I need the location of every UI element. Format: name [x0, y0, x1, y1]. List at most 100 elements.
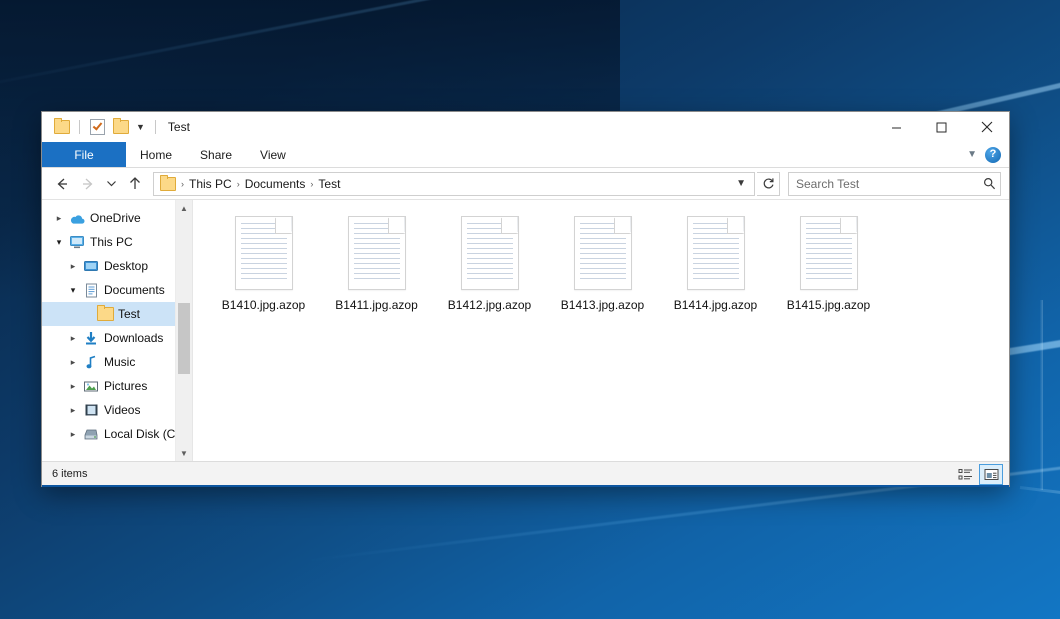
chevron-right-icon[interactable]: ▸: [64, 381, 82, 392]
chevron-right-icon[interactable]: ▸: [64, 357, 82, 368]
search-input[interactable]: Search Test: [796, 177, 983, 191]
scrollbar-thumb[interactable]: [178, 303, 190, 374]
scroll-down-icon[interactable]: ▼: [176, 445, 192, 461]
navigation-pane: ▸ OneDrive ▾ This PC: [42, 200, 192, 461]
view-mode-buttons: [953, 464, 1003, 485]
sidebar-item-label: Downloads: [104, 331, 163, 345]
list-item[interactable]: B1412.jpg.azop: [433, 212, 546, 312]
wallpaper-streak: [0, 0, 1060, 95]
generic-document-icon: [235, 216, 293, 290]
ribbon-tab-bar: File Home Share View ▼ ?: [42, 142, 1009, 168]
file-explorer-window: ▼ Test File Hom: [42, 112, 1009, 486]
sidebar-item-label: Pictures: [104, 379, 147, 393]
pictures-icon: [82, 380, 100, 393]
chevron-right-icon[interactable]: ▸: [64, 333, 82, 344]
breadcrumb-item-test[interactable]: Test: [315, 177, 343, 191]
tab-share[interactable]: Share: [186, 142, 246, 167]
chevron-right-icon[interactable]: ▸: [50, 213, 68, 224]
desktop-icon: [82, 260, 100, 273]
folder-icon: [160, 177, 176, 191]
breadcrumb[interactable]: › This PC › Documents › Test ▼: [153, 172, 755, 196]
logo-beam: [1040, 300, 1043, 490]
close-icon: [981, 121, 993, 133]
sidebar-item-downloads[interactable]: ▸ Downloads: [42, 326, 192, 350]
sidebar-item-this-pc[interactable]: ▾ This PC: [42, 230, 192, 254]
logo-beam: [1020, 486, 1060, 518]
sidebar-item-music[interactable]: ▸ Music: [42, 350, 192, 374]
forward-button: [76, 172, 100, 196]
generic-document-icon: [687, 216, 745, 290]
scroll-up-icon[interactable]: ▲: [176, 200, 192, 216]
back-button[interactable]: [50, 172, 74, 196]
maximize-button[interactable]: [919, 112, 964, 142]
chevron-right-icon[interactable]: ▸: [64, 429, 82, 440]
up-button[interactable]: [123, 172, 147, 196]
sidebar-item-label: Test: [118, 307, 140, 321]
sidebar-item-label: OneDrive: [90, 211, 141, 225]
properties-icon[interactable]: [88, 118, 107, 137]
minimize-button[interactable]: [874, 112, 919, 142]
onedrive-icon: [68, 212, 86, 225]
list-item[interactable]: B1415.jpg.azop: [772, 212, 885, 312]
details-view-button[interactable]: [953, 464, 977, 485]
title-bar: ▼ Test: [42, 112, 1009, 142]
list-item[interactable]: B1411.jpg.azop: [320, 212, 433, 312]
list-item[interactable]: B1413.jpg.azop: [546, 212, 659, 312]
file-name-label: B1412.jpg.azop: [448, 298, 531, 312]
sidebar-item-documents[interactable]: ▾ Documents: [42, 278, 192, 302]
chevron-down-icon[interactable]: ▼: [967, 149, 977, 160]
sidebar-item-test[interactable]: Test: [42, 302, 192, 326]
folder-icon[interactable]: [52, 118, 71, 137]
tab-file[interactable]: File: [42, 142, 126, 167]
address-bar: › This PC › Documents › Test ▼ Search Te…: [42, 168, 1009, 200]
tab-view[interactable]: View: [246, 142, 300, 167]
ribbon-right-controls: ▼ ?: [967, 142, 1009, 167]
breadcrumb-separator: ›: [179, 179, 186, 189]
item-count-label: 6 items: [52, 468, 87, 480]
toolbar-separator: [155, 120, 156, 134]
chevron-down-icon[interactable]: ▼: [730, 178, 752, 189]
chevron-right-icon[interactable]: ▸: [64, 405, 82, 416]
scrollbar-track[interactable]: [176, 216, 192, 445]
file-name-label: B1415.jpg.azop: [787, 298, 870, 312]
sidebar-item-label: Documents: [104, 283, 165, 297]
generic-document-icon: [800, 216, 858, 290]
chevron-right-icon[interactable]: ▸: [64, 261, 82, 272]
sidebar-item-desktop[interactable]: ▸ Desktop: [42, 254, 192, 278]
list-item[interactable]: B1414.jpg.azop: [659, 212, 772, 312]
minimize-icon: [891, 122, 902, 133]
help-icon[interactable]: ?: [985, 147, 1001, 163]
sidebar-item-onedrive[interactable]: ▸ OneDrive: [42, 206, 192, 230]
sidebar-item-label: Desktop: [104, 259, 148, 273]
chevron-down-icon[interactable]: ▾: [64, 285, 82, 296]
file-list-pane[interactable]: B1410.jpg.azop B1411.jpg.azop B1412.jpg.…: [192, 200, 1009, 461]
tab-home[interactable]: Home: [126, 142, 186, 167]
breadcrumb-separator: ›: [235, 179, 242, 189]
list-item[interactable]: B1410.jpg.azop: [207, 212, 320, 312]
local-disk-icon: [82, 428, 100, 441]
breadcrumb-separator: ›: [308, 179, 315, 189]
sidebar-item-label: Local Disk (C:): [104, 427, 183, 441]
recent-locations-button[interactable]: [102, 172, 121, 196]
large-icons-view-icon: [984, 468, 999, 481]
file-name-label: B1414.jpg.azop: [674, 298, 757, 312]
chevron-down-icon[interactable]: ▾: [50, 237, 68, 248]
close-button[interactable]: [964, 112, 1009, 142]
search-box[interactable]: Search Test: [788, 172, 1001, 196]
sidebar-item-label: This PC: [90, 235, 133, 249]
quick-access-toolbar: ▼: [42, 118, 160, 137]
new-folder-icon[interactable]: [111, 118, 130, 137]
sidebar-item-label: Music: [104, 355, 135, 369]
arrow-up-icon: [127, 176, 143, 191]
file-grid: B1410.jpg.azop B1411.jpg.azop B1412.jpg.…: [207, 212, 1009, 312]
sidebar-item-local-disk-c[interactable]: ▸ Local Disk (C:): [42, 422, 192, 446]
breadcrumb-item-this-pc[interactable]: This PC: [186, 177, 235, 191]
large-icons-view-button[interactable]: [979, 464, 1003, 485]
breadcrumb-item-documents[interactable]: Documents: [242, 177, 309, 191]
sidebar-item-videos[interactable]: ▸ Videos: [42, 398, 192, 422]
navigation-scrollbar[interactable]: ▲ ▼: [175, 200, 192, 461]
refresh-button[interactable]: [757, 172, 780, 196]
sidebar-item-pictures[interactable]: ▸ Pictures: [42, 374, 192, 398]
generic-document-icon: [348, 216, 406, 290]
chevron-down-icon[interactable]: ▼: [134, 123, 147, 132]
